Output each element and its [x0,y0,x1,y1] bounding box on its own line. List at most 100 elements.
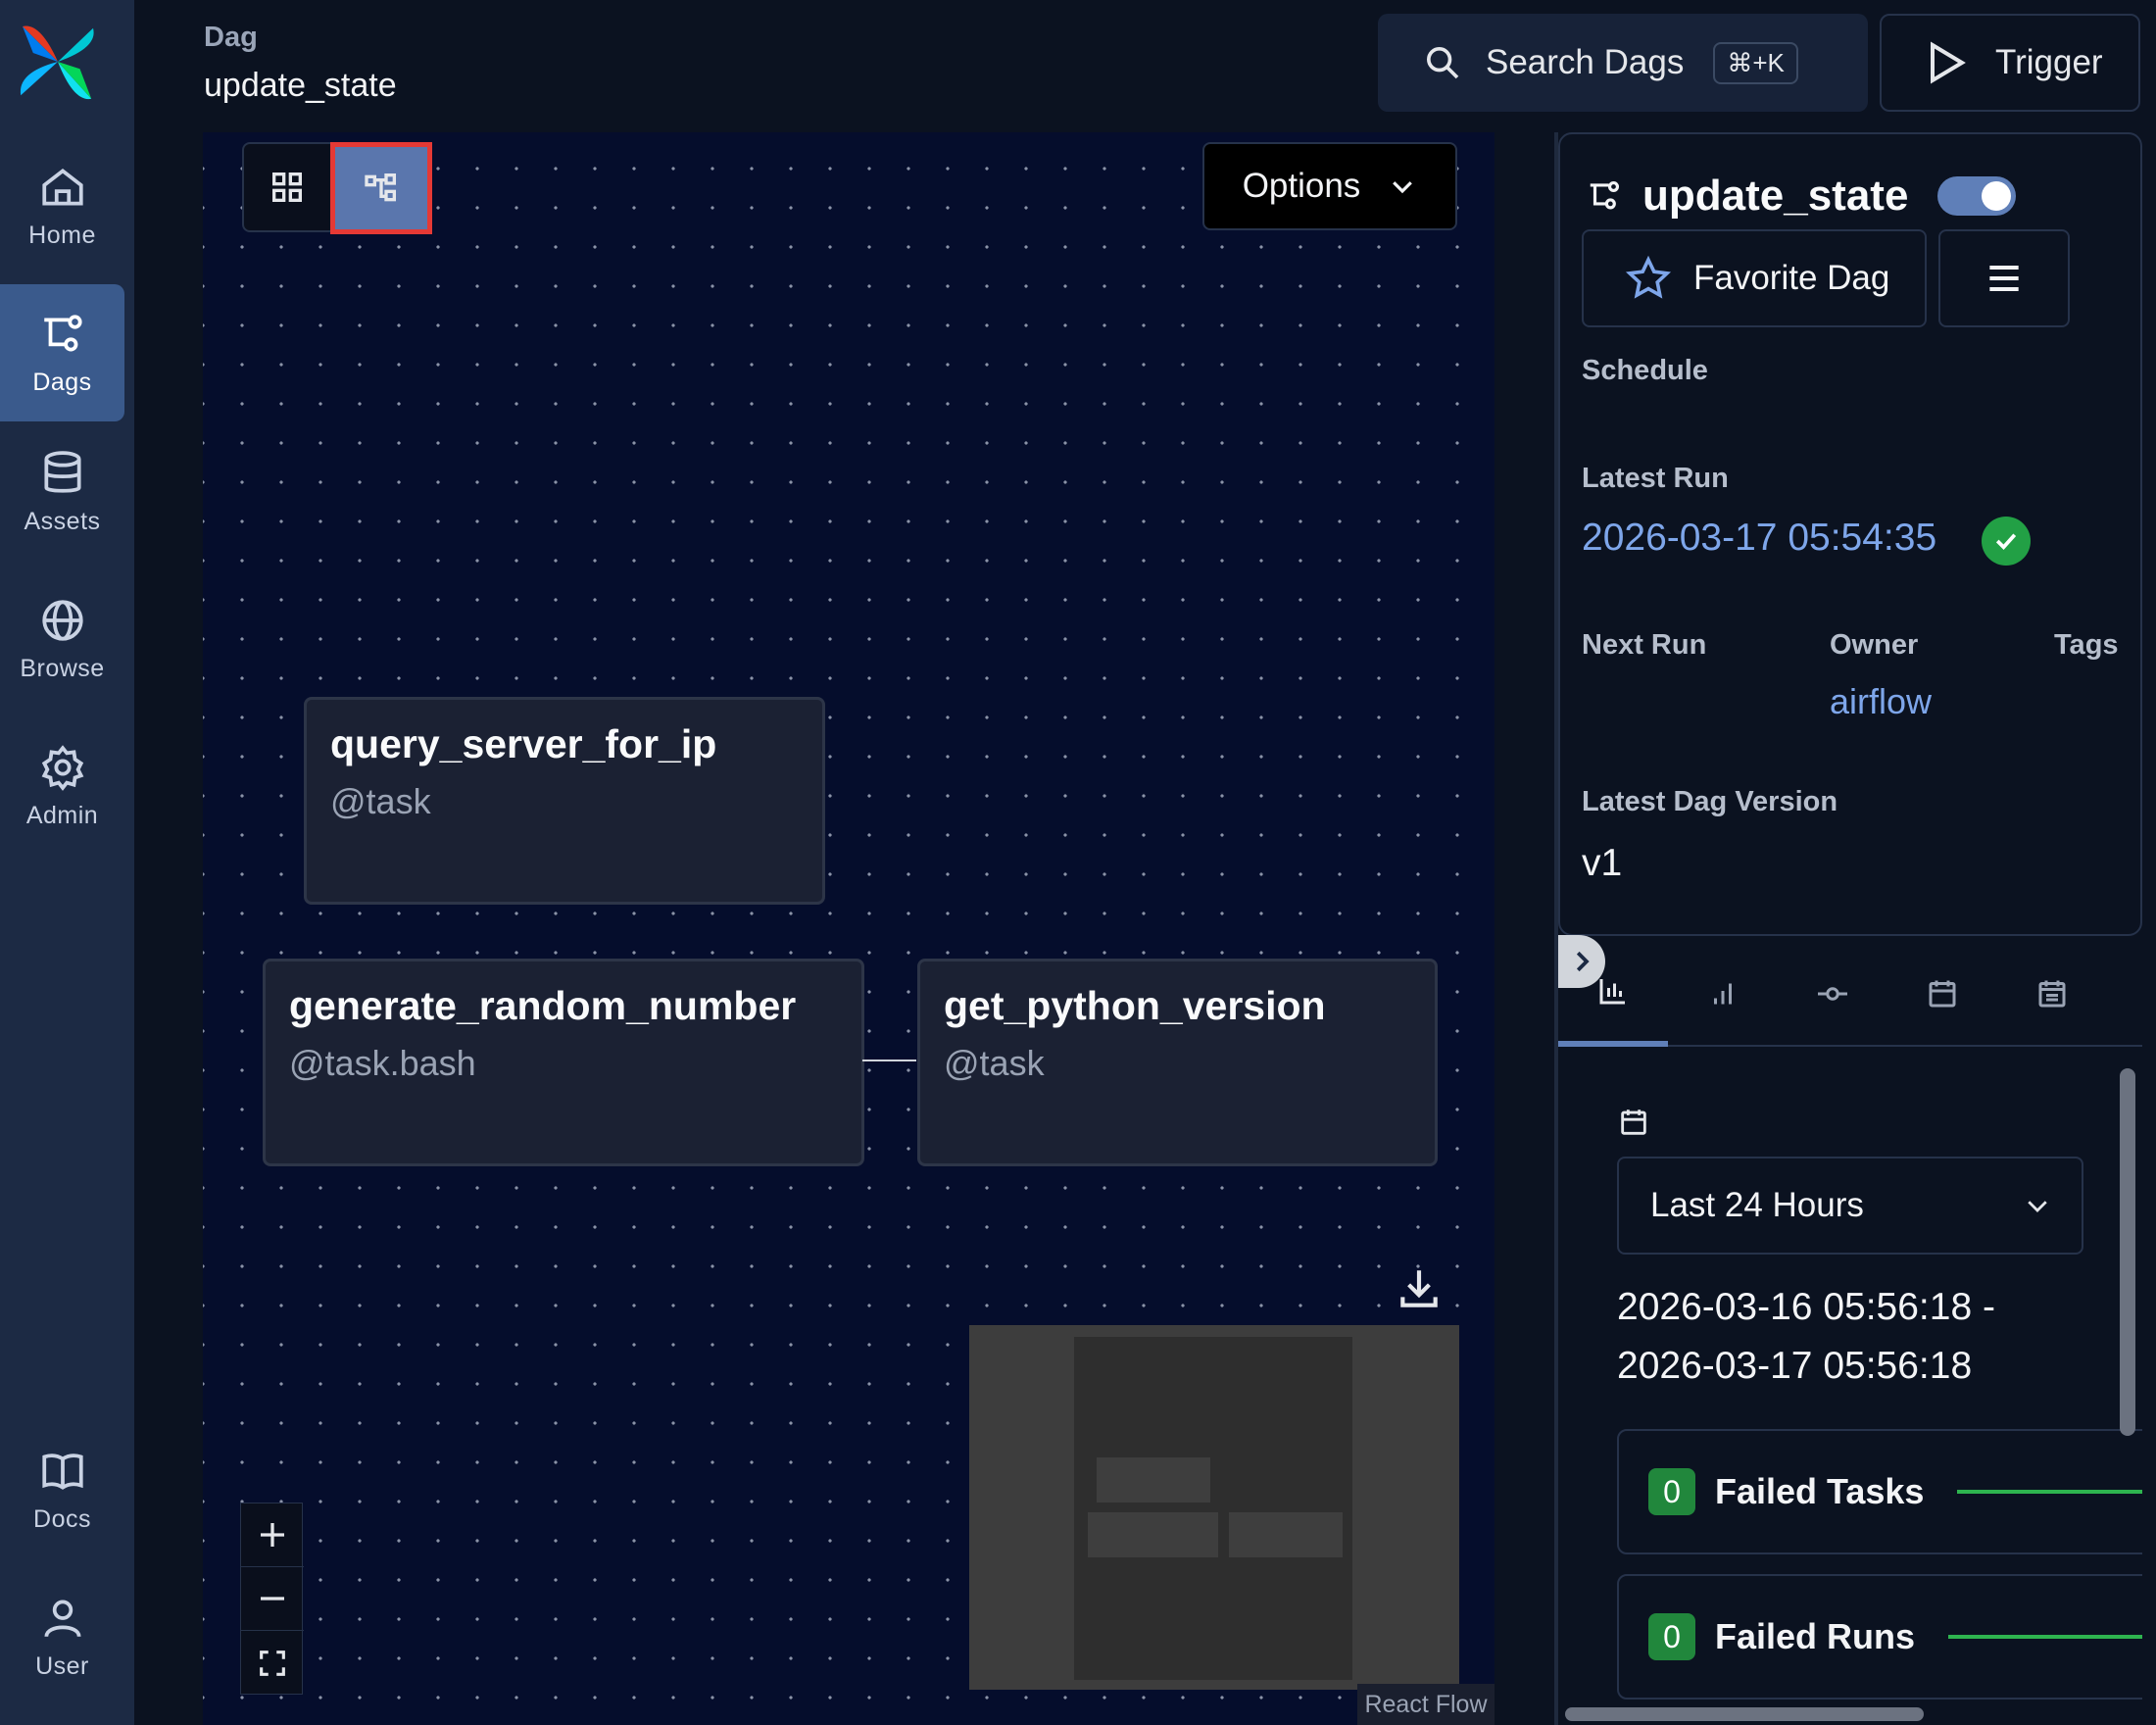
react-flow-attribution[interactable]: React Flow [1357,1684,1494,1725]
tab-runs[interactable] [1668,941,1778,1047]
tab-calendar[interactable] [1887,941,1997,1047]
time-range-select[interactable]: Last 24 Hours [1617,1157,2083,1255]
count-badge: 0 [1648,1613,1695,1660]
commit-icon [1818,987,1847,1001]
tab-tasks[interactable] [1778,941,1887,1047]
calendar-icon [1929,980,1956,1008]
tags-label: Tags [2054,629,2119,661]
task-type: @task [330,781,431,821]
task-node-get-python-version[interactable]: get_python_version @task [917,959,1438,1166]
grid-icon [272,172,302,202]
tab-backfills[interactable] [1997,941,2107,1047]
latest-run-label: Latest Run [1582,463,1729,494]
version-label: Latest Dag Version [1582,786,1838,817]
task-name: generate_random_number [289,983,797,1028]
graph-canvas[interactable]: Options query_server_for_ip @task genera… [203,132,1494,1725]
dag-name: update_state [1642,172,1909,220]
minimap-node [1097,1457,1210,1503]
task-name: get_python_version [944,983,1326,1028]
options-label: Options [1242,167,1361,205]
count-badge: 0 [1648,1468,1695,1515]
minimap-node [1229,1512,1343,1557]
download-icon[interactable] [1395,1264,1444,1313]
home-icon [41,168,83,206]
globe-icon [41,599,83,641]
sidebar-item-docs[interactable]: Docs [0,1421,124,1558]
detail-tabs [1558,941,2142,1047]
calendar-icon [1621,1109,1646,1135]
trend-line [1948,1635,2142,1639]
range-end: 2026-03-17 05:56:18 [1617,1345,1973,1387]
database-icon [43,450,81,493]
airflow-logo[interactable] [14,18,102,106]
dags-icon [1590,180,1620,210]
fit-view-button[interactable] [241,1631,304,1695]
owner-link[interactable]: airflow [1830,681,1932,722]
graph-view-button[interactable] [330,142,432,234]
sidebar-item-label: User [35,1651,89,1680]
sidebar-item-admin[interactable]: Admin [0,717,124,855]
graph-edge [862,1060,916,1061]
minimap-node [1088,1512,1218,1557]
dag-title-row: update_state [1586,172,2017,221]
stat-label: Failed Tasks [1715,1471,1925,1511]
favorite-dag-button[interactable]: Favorite Dag [1582,229,1927,327]
zoom-out-button[interactable] [241,1567,304,1631]
sidebar-item-label: Browse [20,654,105,682]
task-name: query_server_for_ip [330,721,717,766]
sidebar-item-label: Docs [33,1504,91,1533]
book-icon [41,1453,83,1490]
task-type: @task.bash [289,1043,476,1083]
zoom-in-button[interactable] [241,1503,304,1567]
page-title: update_state [204,67,397,104]
gear-icon [41,744,83,791]
fit-view-icon [260,1650,285,1676]
sidebar-item-browse[interactable]: Browse [0,570,124,708]
play-icon [1931,41,1966,84]
menu-button[interactable] [1938,229,2070,327]
shortcut-badge: ⌘+K [1713,41,1798,84]
failed-tasks-card[interactable]: 0 Failed Tasks [1617,1429,2142,1554]
time-range-text: 2026-03-16 05:56:18 - 2026-03-17 05:56:1… [1617,1278,1995,1396]
task-node-query-server-for-ip[interactable]: query_server_for_ip @task [304,697,825,905]
task-type: @task [944,1043,1045,1083]
sidebar-item-user[interactable]: User [0,1568,124,1705]
minus-icon [261,1597,284,1601]
task-node-generate-random-number[interactable]: generate_random_number @task.bash [263,959,864,1166]
horizontal-scrollbar[interactable] [1565,1707,1924,1721]
sidebar-item-home[interactable]: Home [0,137,124,274]
minimap[interactable] [969,1325,1459,1690]
sidebar: Home Dags Assets Browse Admin Docs User [0,0,134,1725]
next-run-label: Next Run [1582,629,1707,661]
latest-run-link[interactable]: 2026-03-17 05:54:35 [1582,517,1936,560]
sidebar-item-dags[interactable]: Dags [0,284,124,421]
dags-icon [43,314,82,351]
pause-toggle[interactable] [1937,176,2017,216]
sidebar-item-label: Admin [25,801,99,829]
time-range-value: Last 24 Hours [1650,1186,1864,1224]
vertical-scrollbar[interactable] [2120,1068,2135,1436]
user-icon [43,1599,81,1637]
failed-runs-card[interactable]: 0 Failed Runs [1617,1574,2142,1700]
chevron-down-icon [1393,181,1413,194]
search-label: Search Dags [1486,43,1685,81]
grid-view-button[interactable] [244,144,330,230]
plus-icon [261,1523,284,1547]
check-icon [1995,533,2017,550]
owner-label: Owner [1830,629,1919,661]
tab-overview[interactable] [1558,941,1668,1047]
calendar-list-icon [2038,980,2066,1008]
chevron-down-icon [2028,1201,2047,1212]
range-start: 2026-03-16 05:56:18 - [1617,1286,1995,1328]
overview-panel: Last 24 Hours 2026-03-16 05:56:18 - 2026… [1558,1066,2142,1725]
options-button[interactable]: Options [1202,142,1457,230]
search-dags-button[interactable]: Search Dags ⌘+K [1378,14,1868,112]
view-toggle [242,142,432,234]
success-badge [1982,517,2031,566]
sidebar-item-assets[interactable]: Assets [0,423,124,561]
schedule-label: Schedule [1582,355,1708,386]
dag-details-card: update_state Favorite Dag Schedule Lates… [1558,132,2142,936]
trigger-button[interactable]: Trigger [1880,14,2140,112]
sidebar-item-label: Dags [32,368,92,396]
signal-bars-icon [1714,983,1732,1005]
